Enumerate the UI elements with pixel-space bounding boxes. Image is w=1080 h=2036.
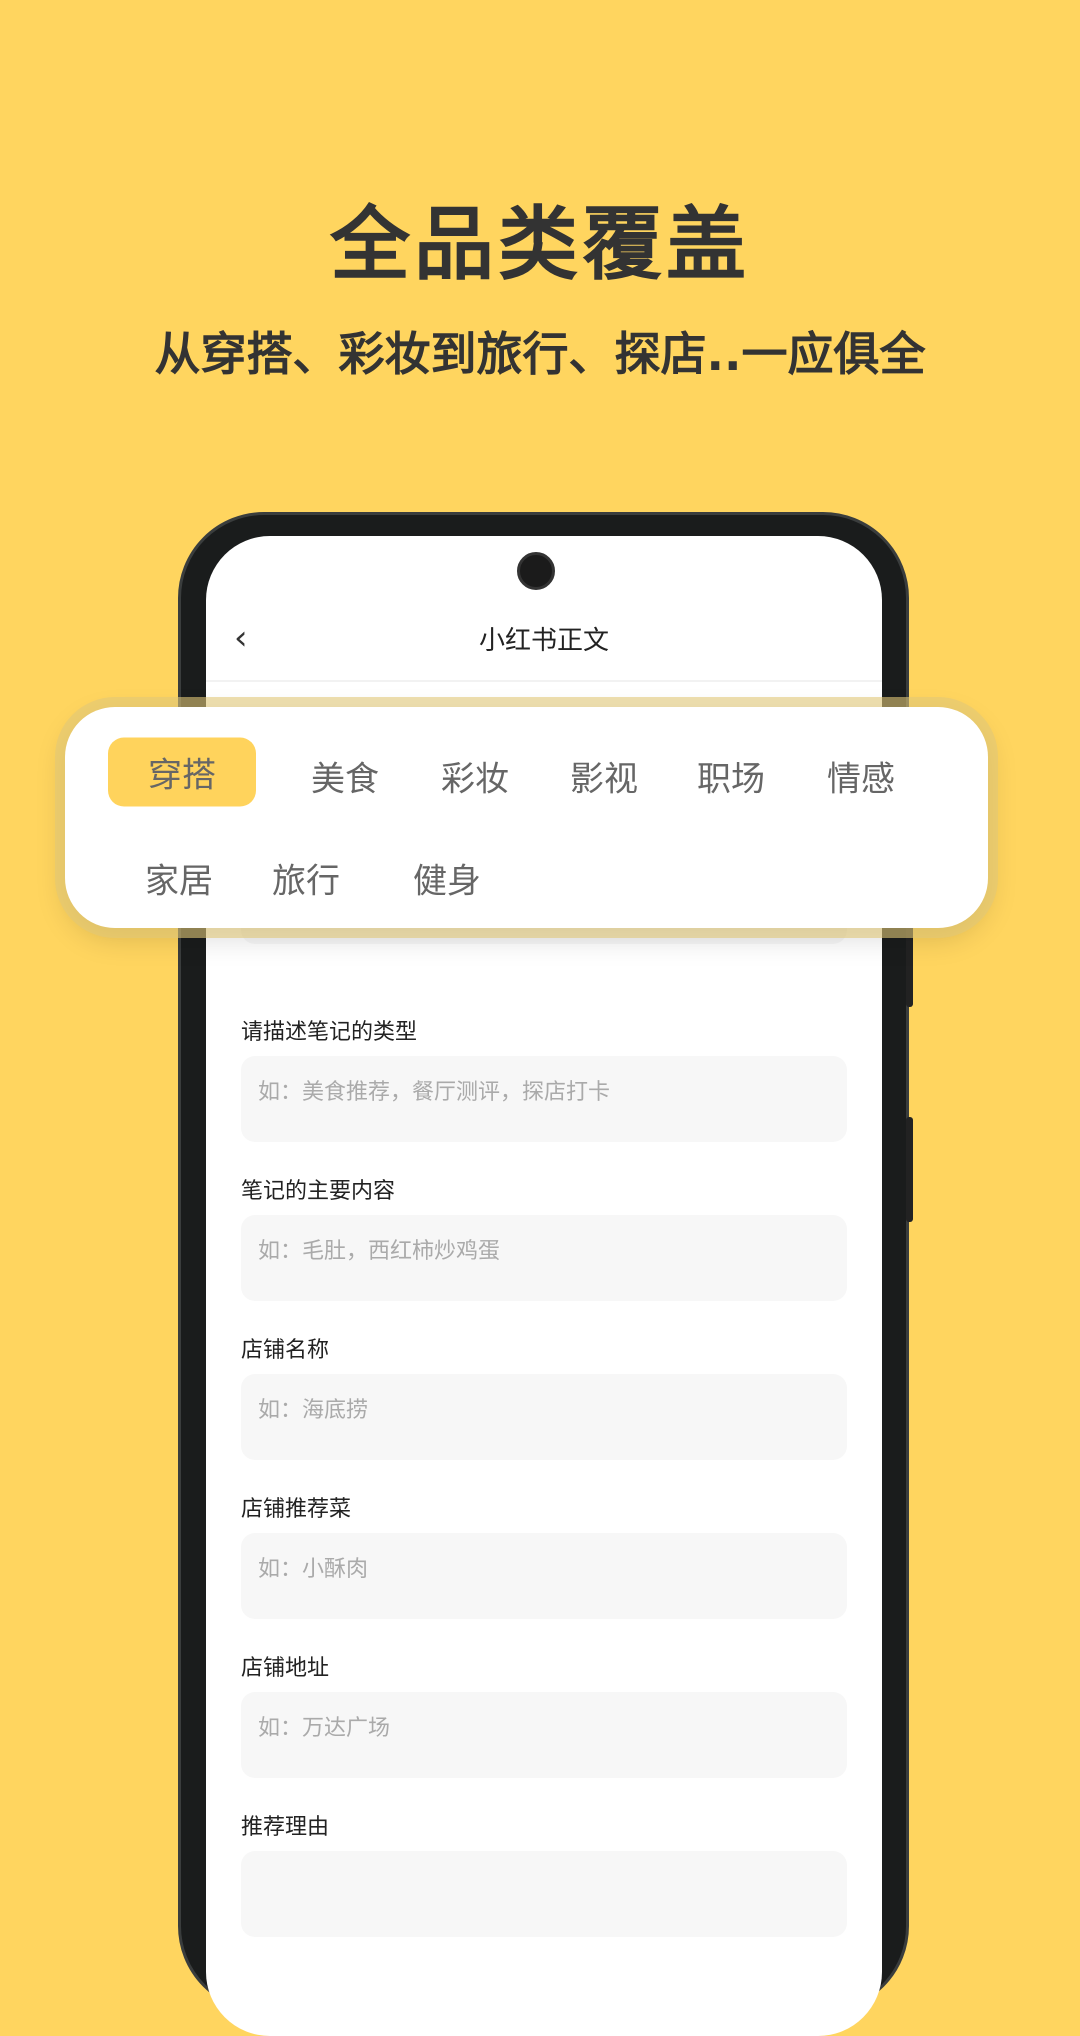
- divider: [206, 680, 882, 682]
- category-chip[interactable]: 美食: [311, 752, 379, 801]
- field-label: 店铺名称: [241, 1338, 330, 1363]
- category-chip[interactable]: 职场: [697, 752, 765, 801]
- subheadline: 从穿搭、彩妆到旅行、探店..一应俱全: [154, 327, 926, 381]
- category-chip-selected[interactable]: 穿搭: [108, 737, 256, 807]
- note-type-input[interactable]: 如：美食推荐，餐厅测评，探店打卡: [241, 1056, 847, 1142]
- category-chip[interactable]: 家居: [145, 854, 213, 903]
- form-field-shop-address: 店铺地址 如：万达广场: [241, 1650, 847, 1778]
- field-label: 请描述笔记的类型: [241, 1020, 418, 1045]
- field-label: 店铺地址: [241, 1656, 330, 1681]
- shop-name-input[interactable]: 如：海底捞: [241, 1374, 847, 1460]
- field-label: 店铺推荐菜: [241, 1497, 352, 1522]
- form-field-note-type: 请描述笔记的类型 如：美食推荐，餐厅测评，探店打卡: [241, 1014, 847, 1142]
- main-content-input[interactable]: 如：毛肚，西红柿炒鸡蛋: [241, 1215, 847, 1301]
- shop-address-input[interactable]: 如：万达广场: [241, 1692, 847, 1778]
- headline: 全品类覆盖: [330, 198, 750, 291]
- camera-icon: [517, 552, 555, 590]
- category-chip[interactable]: 情感: [827, 752, 895, 801]
- recommended-dish-input[interactable]: 如：小酥肉: [241, 1533, 847, 1619]
- form-field-reason: 推荐理由: [241, 1809, 847, 1937]
- form-field-shop-name: 店铺名称 如：海底捞: [241, 1332, 847, 1460]
- category-chip[interactable]: 彩妆: [441, 752, 509, 801]
- category-chip[interactable]: 旅行: [272, 854, 340, 903]
- category-picker: 穿搭 美食 彩妆 影视 职场 情感 家居 旅行 健身: [65, 707, 988, 928]
- form-field-recommended-dish: 店铺推荐菜 如：小酥肉: [241, 1491, 847, 1619]
- category-chip[interactable]: 健身: [413, 854, 481, 903]
- phone-power-button: [906, 1117, 913, 1222]
- field-label: 笔记的主要内容: [241, 1179, 396, 1204]
- reason-input[interactable]: [241, 1851, 847, 1937]
- page-title: 小红书正文: [478, 626, 609, 656]
- form-field-main-content: 笔记的主要内容 如：毛肚，西红柿炒鸡蛋: [241, 1173, 847, 1301]
- field-label: 推荐理由: [241, 1815, 330, 1840]
- category-chip[interactable]: 影视: [570, 752, 638, 801]
